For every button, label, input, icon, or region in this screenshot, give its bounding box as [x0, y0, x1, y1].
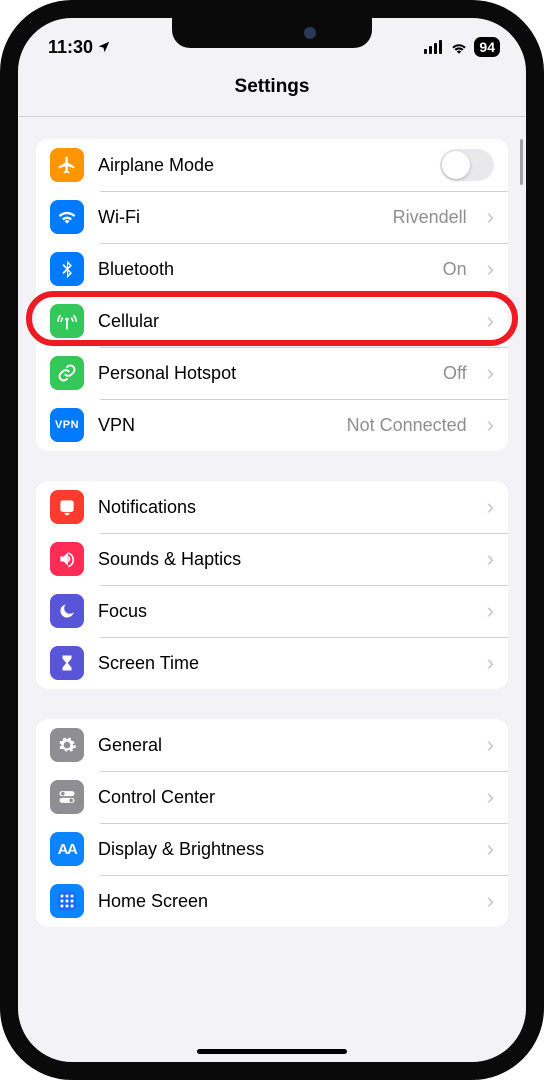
settings-group: General › Control Center › AA Display & Brigh…	[36, 719, 508, 927]
chevron-right-icon: ›	[487, 206, 494, 228]
settings-row-airplane[interactable]: Airplane Mode	[36, 139, 508, 191]
wifi-status-icon	[450, 40, 468, 54]
settings-row-bluetooth[interactable]: Bluetooth On ›	[36, 243, 508, 295]
chevron-right-icon: ›	[487, 600, 494, 622]
row-label: VPN	[98, 415, 333, 436]
settings-group: Notifications›Sounds & Haptics›Focus›Scr…	[36, 481, 508, 689]
sounds-icon	[50, 542, 84, 576]
settings-row-vpn[interactable]: VPN VPN Not Connected ›	[36, 399, 508, 451]
settings-list[interactable]: Airplane Mode Wi-Fi Rivendell › Bluetooth On ›…	[18, 117, 526, 1063]
settings-row-cellular[interactable]: Cellular ›	[36, 295, 508, 347]
row-detail: On	[443, 259, 467, 280]
control-icon	[50, 780, 84, 814]
row-label: Screen Time	[98, 653, 467, 674]
homescreen-icon	[50, 884, 84, 918]
settings-row-focus[interactable]: Focus ›	[36, 585, 508, 637]
chevron-right-icon: ›	[487, 496, 494, 518]
settings-group: Airplane Mode Wi-Fi Rivendell › Bluetooth On ›…	[36, 139, 508, 451]
page-title: Settings	[18, 66, 526, 117]
airplane-toggle[interactable]	[440, 149, 494, 181]
chevron-right-icon: ›	[487, 838, 494, 860]
notch	[172, 18, 372, 48]
settings-row-wifi[interactable]: Wi-Fi Rivendell ›	[36, 191, 508, 243]
settings-row-screentime[interactable]: Screen Time ›	[36, 637, 508, 689]
bluetooth-icon	[50, 252, 84, 286]
general-icon	[50, 728, 84, 762]
battery-level: 94	[474, 37, 500, 57]
hotspot-icon	[50, 356, 84, 390]
focus-icon	[50, 594, 84, 628]
chevron-right-icon: ›	[487, 310, 494, 332]
chevron-right-icon: ›	[487, 734, 494, 756]
row-label: Focus	[98, 601, 467, 622]
row-label: General	[98, 735, 467, 756]
settings-row-hotspot[interactable]: Personal Hotspot Off ›	[36, 347, 508, 399]
settings-row-homescreen[interactable]: Home Screen ›	[36, 875, 508, 927]
device-frame: 11:30 94 Settings Airplane Mode Wi-Fi Rive…	[0, 0, 544, 1080]
wifi-icon	[50, 200, 84, 234]
display-icon: AA	[50, 832, 84, 866]
home-indicator[interactable]	[197, 1049, 347, 1054]
vpn-icon: VPN	[50, 408, 84, 442]
row-label: Cellular	[98, 311, 467, 332]
row-label: Display & Brightness	[98, 839, 467, 860]
row-label: Airplane Mode	[98, 155, 426, 176]
scroll-indicator[interactable]	[520, 139, 523, 185]
row-detail: Off	[443, 363, 467, 384]
chevron-right-icon: ›	[487, 786, 494, 808]
row-label: Wi-Fi	[98, 207, 379, 228]
row-detail: Rivendell	[393, 207, 467, 228]
screentime-icon	[50, 646, 84, 680]
airplane-icon	[50, 148, 84, 182]
chevron-right-icon: ›	[487, 414, 494, 436]
chevron-right-icon: ›	[487, 258, 494, 280]
row-label: Personal Hotspot	[98, 363, 429, 384]
chevron-right-icon: ›	[487, 548, 494, 570]
cellular-signal-icon	[424, 40, 444, 54]
chevron-right-icon: ›	[487, 362, 494, 384]
chevron-right-icon: ›	[487, 890, 494, 912]
row-label: Notifications	[98, 497, 467, 518]
notifications-icon	[50, 490, 84, 524]
row-label: Home Screen	[98, 891, 467, 912]
chevron-right-icon: ›	[487, 652, 494, 674]
row-detail: Not Connected	[347, 415, 467, 436]
settings-row-general[interactable]: General ›	[36, 719, 508, 771]
settings-row-sounds[interactable]: Sounds & Haptics ›	[36, 533, 508, 585]
row-label: Bluetooth	[98, 259, 429, 280]
row-label: Sounds & Haptics	[98, 549, 467, 570]
settings-row-display[interactable]: AA Display & Brightness ›	[36, 823, 508, 875]
location-icon	[97, 40, 111, 54]
settings-row-control[interactable]: Control Center ›	[36, 771, 508, 823]
settings-row-notifications[interactable]: Notifications ›	[36, 481, 508, 533]
row-label: Control Center	[98, 787, 467, 808]
cellular-icon	[50, 304, 84, 338]
status-time: 11:30	[48, 37, 93, 58]
